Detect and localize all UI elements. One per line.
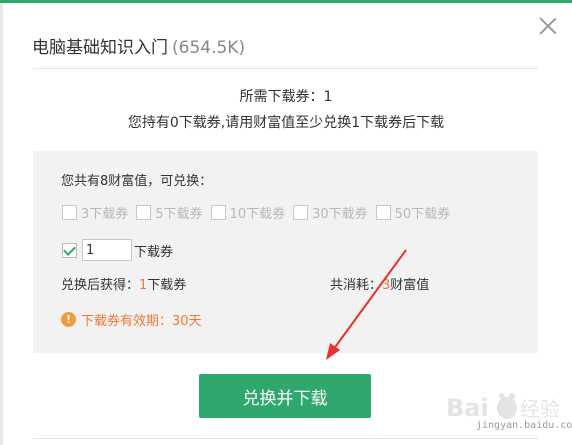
- custom-amount-checkbox[interactable]: [62, 242, 77, 258]
- custom-amount-input[interactable]: [82, 239, 132, 261]
- option-5-tickets[interactable]: 5下载券: [136, 203, 203, 222]
- exchange-hint-text: 您持有0下载券,请用财富值至少兑换1下载券后下载: [127, 115, 445, 131]
- dialog-title: 电脑基础知识入门 (654.5K): [32, 33, 245, 58]
- option-label: 30下载券: [312, 207, 368, 222]
- option-label: 5下载券: [155, 207, 203, 222]
- validity-note: ! 下载券有效期：30天: [61, 310, 202, 329]
- cost-summary: 共消耗：3财富值: [330, 274, 429, 293]
- option-checkbox[interactable]: [375, 205, 391, 220]
- option-checkbox[interactable]: [136, 205, 152, 220]
- exchange-options: 3下载券 5下载券 10下载券 30下载券 50下载券: [62, 203, 458, 222]
- wealth-summary: 您共有8财富值，可兑换：: [61, 174, 213, 189]
- top-accent-bar: [0, 0, 572, 3]
- gain-label: 兑换后获得：: [61, 278, 140, 293]
- option-50-tickets[interactable]: 50下载券: [375, 203, 451, 222]
- document-title: 电脑基础知识入门: [32, 38, 168, 58]
- title-divider: [33, 68, 538, 69]
- option-10-tickets[interactable]: 10下载券: [210, 203, 286, 222]
- option-checkbox[interactable]: [293, 205, 309, 220]
- baidu-watermark-logo: Bai 经验: [446, 393, 560, 422]
- required-tickets-text: 所需下载券：1: [239, 89, 333, 105]
- svg-text:Bai: Bai: [446, 394, 489, 422]
- svg-text:经验: 经验: [520, 397, 560, 421]
- watermark-url: jingyan.baidu.com: [476, 420, 572, 431]
- option-checkbox[interactable]: [210, 205, 226, 220]
- validity-text: 下载券有效期：30天: [81, 314, 202, 329]
- exchange-and-download-button[interactable]: 兑换并下载: [199, 374, 371, 418]
- option-checkbox[interactable]: [62, 205, 77, 220]
- dialog-left-edge: [0, 3, 3, 445]
- gain-summary: 兑换后获得：1下载券: [61, 274, 186, 293]
- exchange-panel: 您共有8财富值，可兑换： 3下载券 5下载券 10下载券 30下载券 50下载券…: [33, 151, 538, 353]
- cost-unit: 财富值: [390, 278, 430, 293]
- option-label: 3下载券: [81, 207, 129, 222]
- custom-amount-row: 下载券: [62, 239, 173, 261]
- option-label: 50下载券: [394, 207, 451, 222]
- close-icon[interactable]: [536, 14, 560, 38]
- cost-label: 共消耗：: [330, 278, 383, 293]
- option-30-tickets[interactable]: 30下载券: [293, 203, 368, 222]
- option-label: 10下载券: [229, 207, 286, 222]
- warning-icon: !: [61, 312, 76, 327]
- gain-unit: 下载券: [147, 278, 187, 293]
- document-size: (654.5K): [172, 38, 246, 58]
- custom-amount-unit: 下载券: [134, 244, 174, 260]
- option-3-tickets[interactable]: 3下载券: [62, 203, 128, 222]
